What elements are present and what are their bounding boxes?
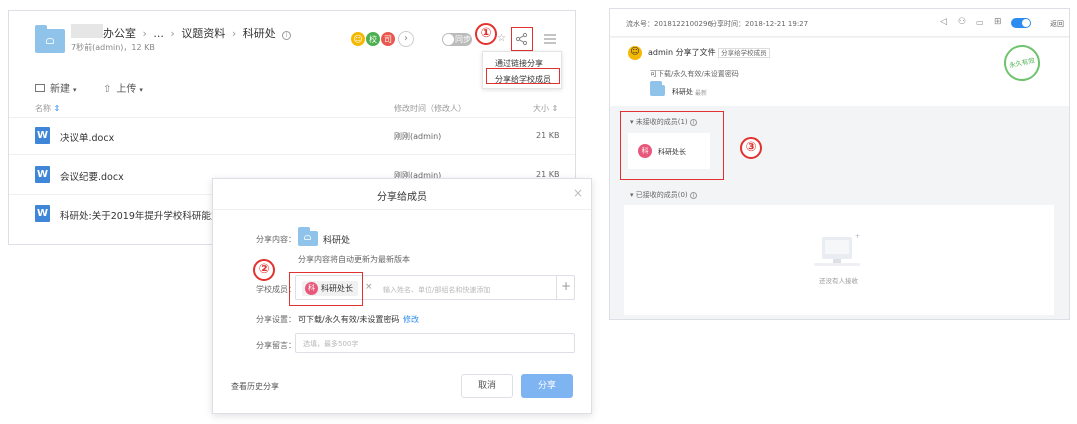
- settings-edit-link[interactable]: 修改: [403, 314, 419, 325]
- column-size[interactable]: 大小 ⇕: [533, 103, 558, 114]
- sync-label: 同步: [455, 35, 471, 44]
- file-row[interactable]: W 决议单.docx 刚刚(admin) 21 KB: [9, 121, 575, 151]
- folder-icon: [298, 227, 318, 246]
- share-dialog: 分享给成员 × 分享内容： 科研处 分享内容将自动更新为最新版本 ② 学校成员：…: [212, 178, 592, 414]
- word-doc-icon: W: [35, 205, 50, 222]
- upload-button[interactable]: ⇧ 上传 ▾: [103, 80, 143, 95]
- list-view-icon[interactable]: [544, 34, 556, 44]
- annotation-step-1: ①: [475, 23, 497, 45]
- file-size: 21 KB: [536, 131, 560, 140]
- star-icon[interactable]: ☆: [497, 33, 506, 44]
- dialog-divider: [213, 209, 591, 210]
- received-members-area: + 还没有人接收: [624, 205, 1054, 315]
- shared-file-meta: 最新: [695, 90, 708, 97]
- content-note: 分享内容将自动更新为最新版本: [298, 255, 410, 264]
- word-doc-icon: W: [35, 127, 50, 144]
- member-avatar: 科: [305, 282, 318, 295]
- history-link[interactable]: 查看历史分享: [231, 381, 279, 392]
- file-name[interactable]: 科研处:关于2019年提升学校科研能力: [60, 208, 220, 222]
- member-placeholder: 输入姓名、单位/部组名和快速添加: [383, 286, 491, 294]
- breadcrumb: 办公室 › ... › 议题资料 › 科研处 i: [103, 25, 292, 41]
- permission-text: 可下载/永久有效/未设置密码: [650, 70, 739, 78]
- file-name[interactable]: 会议纪要.docx: [60, 169, 124, 183]
- column-name[interactable]: 名称 ⇕: [35, 103, 60, 114]
- close-icon[interactable]: ×: [573, 186, 583, 200]
- serial-number: 流水号：2018122100296: [626, 20, 712, 28]
- crumb-office[interactable]: 办公室: [103, 27, 136, 40]
- received-title: ▾ 已接收的成员(0) i: [630, 190, 697, 200]
- member-avatar: 科: [638, 144, 652, 158]
- add-member-button[interactable]: +: [556, 275, 575, 300]
- content-label: 分享内容：: [256, 235, 296, 244]
- share-info-card: ☺ admin 分享了文件 分享给学校成员 可下载/永久有效/未设置密码 科研处…: [610, 38, 1069, 106]
- content-name: 科研处: [323, 236, 351, 246]
- action-text: 分享了文件: [675, 48, 716, 57]
- share-action: admin 分享了文件 分享给学校成员: [648, 47, 770, 58]
- detail-header: 流水号：2018122100296 分享时间：2018-12-21 19:27 …: [610, 9, 1069, 37]
- blurred-crumb: [71, 24, 103, 38]
- grid-icon[interactable]: ⊞: [994, 17, 1002, 27]
- message-input[interactable]: 选填，最多500字: [295, 333, 575, 353]
- annotation-step-3: ③: [740, 137, 762, 159]
- empty-text: 还没有人接收: [819, 277, 858, 285]
- user-icon[interactable]: ⚇: [958, 17, 966, 27]
- dialog-title: 分享给成员: [377, 192, 427, 203]
- remove-member-icon[interactable]: ×: [365, 282, 373, 292]
- message-placeholder: 选填，最多500字: [303, 340, 359, 348]
- settings-label: 分享设置：: [256, 315, 296, 324]
- folder-icon: [35, 25, 65, 53]
- empty-monitor-icon: [822, 237, 852, 263]
- message-label: 分享留言：: [256, 341, 296, 350]
- new-folder-icon: [35, 84, 45, 92]
- member-avatar-2[interactable]: 校: [365, 31, 381, 47]
- file-name[interactable]: 决议单.docx: [60, 130, 114, 144]
- unreceived-member-card[interactable]: 科 科研处长: [628, 133, 710, 169]
- share-button[interactable]: 分享: [521, 374, 573, 398]
- volume-icon[interactable]: ◁: [940, 17, 947, 27]
- new-button[interactable]: 新建 ▾: [35, 80, 77, 95]
- sharer-avatar: ☺: [628, 46, 642, 60]
- settings-value: 可下载/永久有效/未设置密码: [298, 315, 400, 324]
- window-icon[interactable]: ▭: [976, 18, 984, 27]
- folder-subtitle: 7秒前(admin)，12 KB: [71, 43, 155, 52]
- shared-file-name[interactable]: 科研处: [672, 87, 693, 97]
- info-icon[interactable]: i: [282, 31, 292, 40]
- share-type-tag: 分享给学校成员: [718, 48, 770, 58]
- header-divider: [9, 117, 575, 118]
- info-icon: i: [689, 192, 697, 199]
- view-toggle[interactable]: [1011, 18, 1031, 28]
- row-divider: [9, 154, 575, 155]
- permanent-stamp: 永久有效: [1000, 41, 1044, 85]
- menu-item-highlight: [486, 68, 560, 84]
- more-members-chevron-icon[interactable]: ›: [398, 31, 414, 47]
- file-modified: 刚刚(admin): [394, 132, 442, 141]
- member-name: 科研处长: [321, 284, 353, 293]
- member-avatar-3[interactable]: 司: [380, 31, 396, 47]
- back-link[interactable]: 返回: [1050, 19, 1064, 29]
- folder-icon: [650, 81, 665, 96]
- crumb-research: 科研处: [242, 27, 276, 40]
- column-modified[interactable]: 修改时间（修改人）: [394, 103, 466, 114]
- crumb-topics[interactable]: 议题资料: [181, 27, 225, 40]
- member-avatar-1[interactable]: ☺: [350, 31, 366, 47]
- cancel-button[interactable]: 取消: [461, 374, 513, 398]
- member-tag: 科 科研处长: [302, 281, 358, 296]
- share-time: 分享时间：2018-12-21 19:27: [710, 20, 809, 28]
- sharer-name[interactable]: admin: [648, 48, 673, 57]
- member-name: 科研处长: [658, 148, 686, 156]
- upload-icon: ⇧: [103, 84, 112, 95]
- annotation-step-2: ②: [253, 259, 275, 281]
- share-detail-panel: 流水号：2018122100296 分享时间：2018-12-21 19:27 …: [609, 8, 1070, 320]
- crumb-ellipsis[interactable]: ...: [153, 27, 164, 40]
- word-doc-icon: W: [35, 166, 50, 183]
- share-icon[interactable]: [515, 32, 529, 46]
